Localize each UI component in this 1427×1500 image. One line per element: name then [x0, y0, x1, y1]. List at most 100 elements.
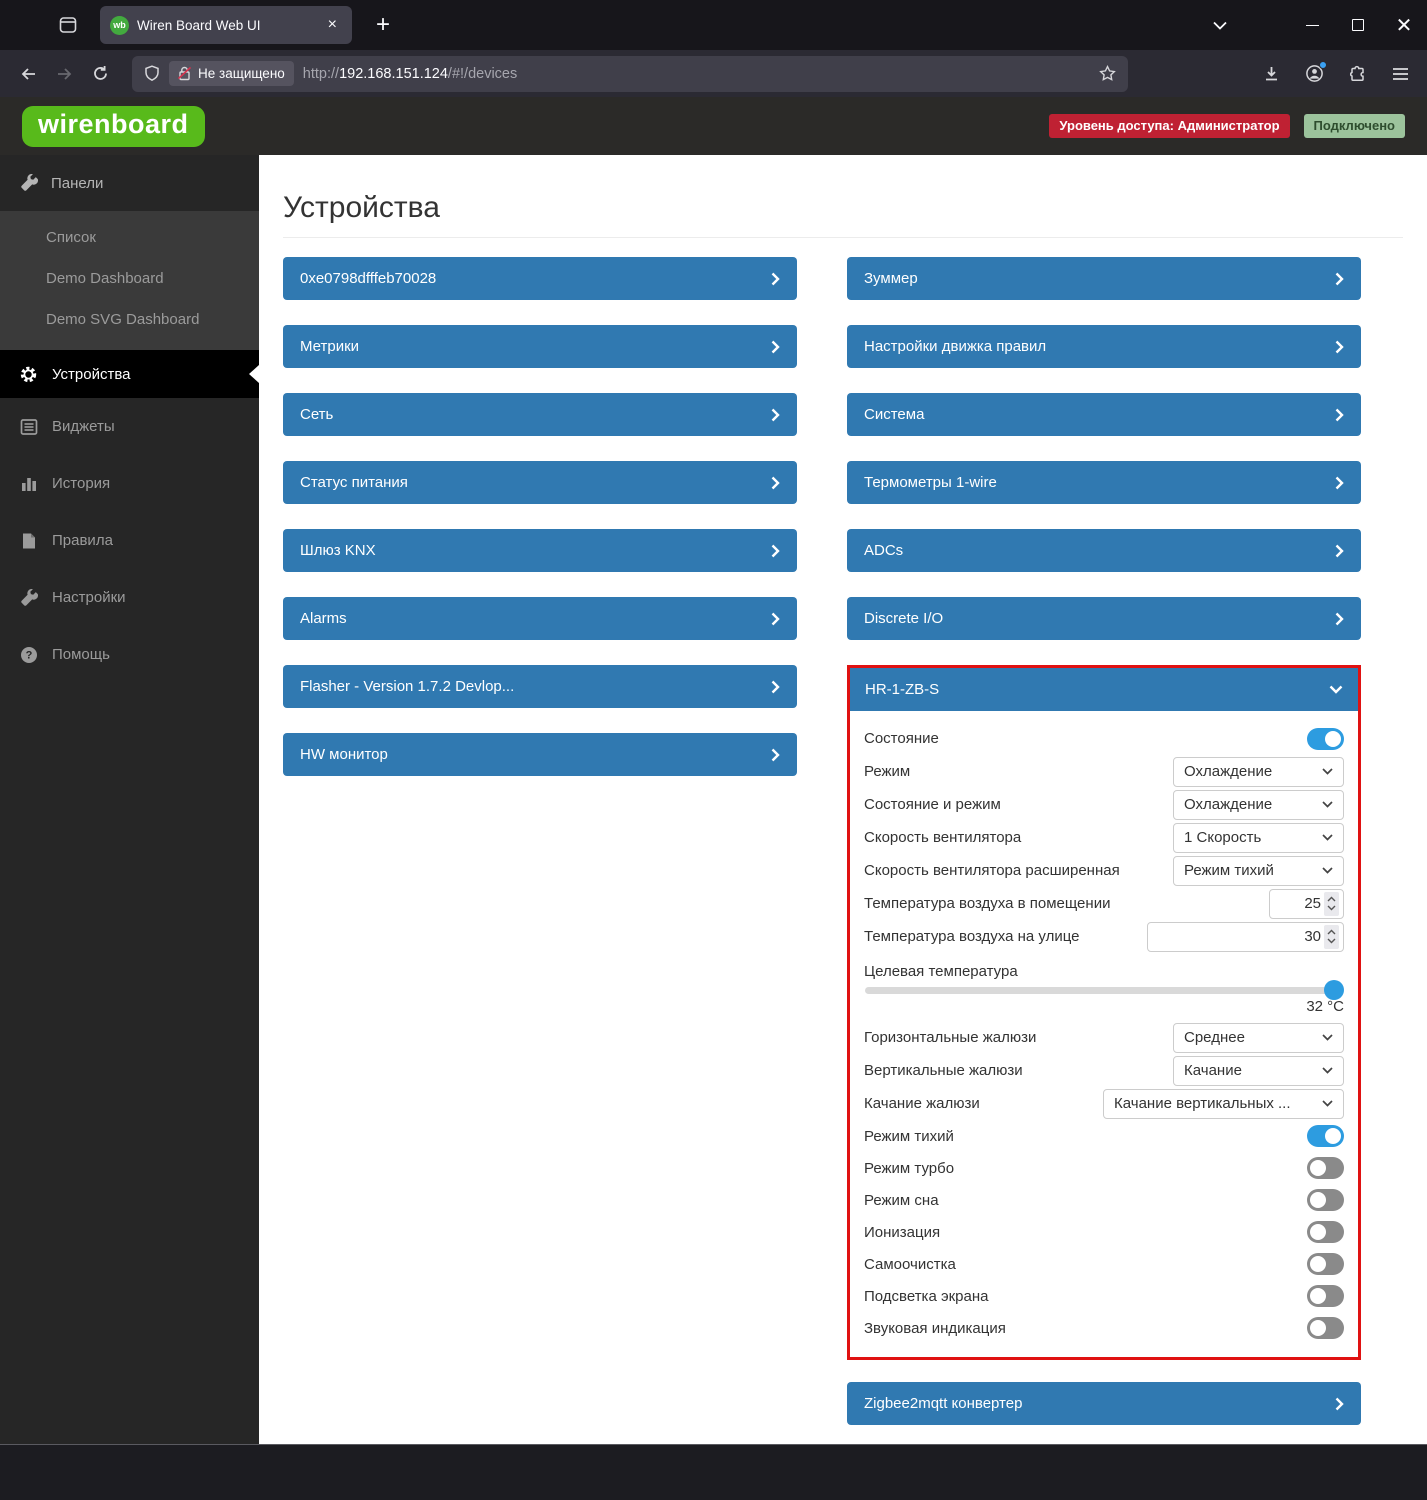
device-button-rule-engine-settings[interactable]: Настройки движка правил [847, 325, 1361, 368]
vertical-blinds-select[interactable]: Качание [1173, 1055, 1344, 1086]
number-spinner[interactable] [1324, 891, 1339, 916]
turbo-mode-toggle[interactable] [1307, 1157, 1344, 1179]
sidebar-item-devices[interactable]: Устройства [0, 350, 259, 398]
forward-button[interactable] [46, 57, 82, 91]
sound-indication-toggle[interactable] [1307, 1317, 1344, 1339]
menu-hamburger-icon[interactable] [1383, 57, 1417, 91]
sleep-mode-toggle[interactable] [1307, 1189, 1344, 1211]
chevron-down-icon [1329, 685, 1343, 694]
device-button-system[interactable]: Система [847, 393, 1361, 436]
number-spinner[interactable] [1324, 924, 1339, 949]
chevron-right-icon [1335, 476, 1344, 490]
firefox-view-button[interactable] [48, 7, 88, 43]
quiet-mode-toggle[interactable] [1307, 1125, 1344, 1147]
control-label: Самоочистка [864, 1255, 956, 1273]
device-button-buzzer[interactable]: Зуммер [847, 257, 1361, 300]
device-button-knx-gateway[interactable]: Шлюз KNX [283, 529, 797, 572]
indoor-temperature-input[interactable] [1269, 888, 1344, 919]
sidebar-item-rules[interactable]: Правила [0, 512, 259, 569]
bookmark-star-icon[interactable] [1099, 65, 1116, 82]
device-button-1wire-thermometers[interactable]: Термометры 1-wire [847, 461, 1361, 504]
account-icon[interactable] [1297, 57, 1331, 91]
target-temperature-slider[interactable] [865, 980, 1344, 1000]
device-button-label: Alarms [300, 610, 347, 627]
backlight-toggle[interactable] [1307, 1285, 1344, 1307]
select-value: Среднее [1184, 1029, 1245, 1046]
downloads-icon[interactable] [1254, 57, 1288, 91]
reload-button[interactable] [82, 57, 118, 91]
browser-tab[interactable]: wb Wiren Board Web UI × [100, 6, 352, 44]
target-temperature-value: 32 °C [1306, 998, 1344, 1015]
close-window-button[interactable]: ✕ [1381, 0, 1427, 50]
mode-select[interactable]: Охлаждение [1173, 756, 1344, 787]
fan-speed-extended-select[interactable]: Режим тихий [1173, 855, 1344, 886]
widgets-icon [19, 417, 38, 436]
state-mode-select[interactable]: Охлаждение [1173, 789, 1344, 820]
extensions-icon[interactable] [1340, 57, 1374, 91]
row-state-mode: Состояние и режим Охлаждение [864, 788, 1344, 821]
wirenboard-logo[interactable]: wirenboard [22, 105, 205, 147]
sidebar: Панели Список Demo Dashboard Demo SVG Da… [0, 155, 259, 1445]
device-button-discrete-io[interactable]: Discrete I/O [847, 597, 1361, 640]
outdoor-temperature-input[interactable] [1147, 921, 1344, 952]
horizontal-blinds-select[interactable]: Среднее [1173, 1022, 1344, 1053]
sidebar-item-settings[interactable]: Настройки [0, 569, 259, 626]
sidebar-subitem-demo-dashboard[interactable]: Demo Dashboard [0, 258, 259, 299]
tab-close-icon[interactable]: × [323, 14, 342, 36]
hr-1-zb-s-panel-body: Состояние Режим Охлаждение Состояние и р [850, 711, 1358, 1357]
device-button-metrics[interactable]: Метрики [283, 325, 797, 368]
row-fan-speed: Скорость вентилятора 1 Скорость [864, 821, 1344, 854]
device-button-zigbee2mqtt[interactable]: Zigbee2mqtt конвертер [847, 1382, 1361, 1425]
slider-thumb[interactable] [1324, 980, 1344, 1000]
sidebar-item-history[interactable]: История [0, 455, 259, 512]
sidebar-subitem-list[interactable]: Список [0, 217, 259, 258]
minimize-button[interactable] [1289, 0, 1335, 50]
hr-1-zb-s-panel-header[interactable]: HR-1-ZB-S [850, 668, 1358, 711]
sidebar-item-label: Виджеты [52, 418, 115, 435]
app-header: wirenboard Уровень доступа: Администрато… [0, 97, 1427, 155]
sidebar-item-widgets[interactable]: Виджеты [0, 398, 259, 455]
chevron-right-icon [1335, 612, 1344, 626]
sidebar-subitem-demo-svg-dashboard[interactable]: Demo SVG Dashboard [0, 299, 259, 340]
shield-icon[interactable] [144, 65, 160, 82]
state-toggle[interactable] [1307, 727, 1344, 750]
self-clean-toggle[interactable] [1307, 1253, 1344, 1275]
device-button-adcs[interactable]: ADCs [847, 529, 1361, 572]
device-button-network[interactable]: Сеть [283, 393, 797, 436]
wrench-icon [19, 588, 38, 607]
device-button-0xe0798dfffeb70028[interactable]: 0xe0798dfffeb70028 [283, 257, 797, 300]
fan-speed-select[interactable]: 1 Скорость [1173, 822, 1344, 853]
control-label: Температура воздуха в помещении [864, 895, 1111, 912]
chevron-right-icon [771, 612, 780, 626]
ionization-toggle[interactable] [1307, 1221, 1344, 1243]
device-button-label: HW монитор [300, 746, 388, 763]
device-button-power-status[interactable]: Статус питания [283, 461, 797, 504]
device-button-flasher[interactable]: Flasher - Version 1.7.2 Devlop... [283, 665, 797, 708]
control-label: Скорость вентилятора [864, 829, 1022, 846]
select-value: 1 Скорость [1184, 829, 1262, 846]
security-chip[interactable]: Не защищено [169, 61, 294, 86]
number-input[interactable] [1276, 895, 1321, 912]
device-button-label: Статус питания [300, 474, 408, 491]
titlebar-spacer [1243, 0, 1289, 50]
blinds-swing-select[interactable]: Качание вертикальных ... [1103, 1088, 1344, 1119]
new-tab-button[interactable]: + [366, 11, 400, 39]
chevron-down-icon [1322, 1100, 1333, 1107]
url-bar[interactable]: Не защищено http://192.168.151.124/#!/de… [132, 55, 1128, 92]
insecure-lock-icon [178, 66, 191, 81]
maximize-button[interactable] [1335, 0, 1381, 50]
tab-list-dropdown-icon[interactable] [1197, 0, 1243, 50]
control-label: Состояние [864, 730, 939, 747]
number-input[interactable] [1154, 928, 1321, 945]
device-button-label: ADCs [864, 542, 904, 559]
sidebar-item-panels[interactable]: Панели [0, 155, 259, 211]
sidebar-subpanel: Список Demo Dashboard Demo SVG Dashboard [0, 211, 259, 350]
device-button-alarms[interactable]: Alarms [283, 597, 797, 640]
chevron-down-icon [1322, 1034, 1333, 1041]
device-button-hw-monitor[interactable]: HW монитор [283, 733, 797, 776]
device-button-label: Discrete I/O [864, 610, 944, 627]
bar-chart-icon [19, 474, 38, 493]
sidebar-item-help[interactable]: ? Помощь [0, 626, 259, 683]
header-badges: Уровень доступа: Администратор Подключен… [1049, 113, 1405, 139]
back-button[interactable] [10, 57, 46, 91]
